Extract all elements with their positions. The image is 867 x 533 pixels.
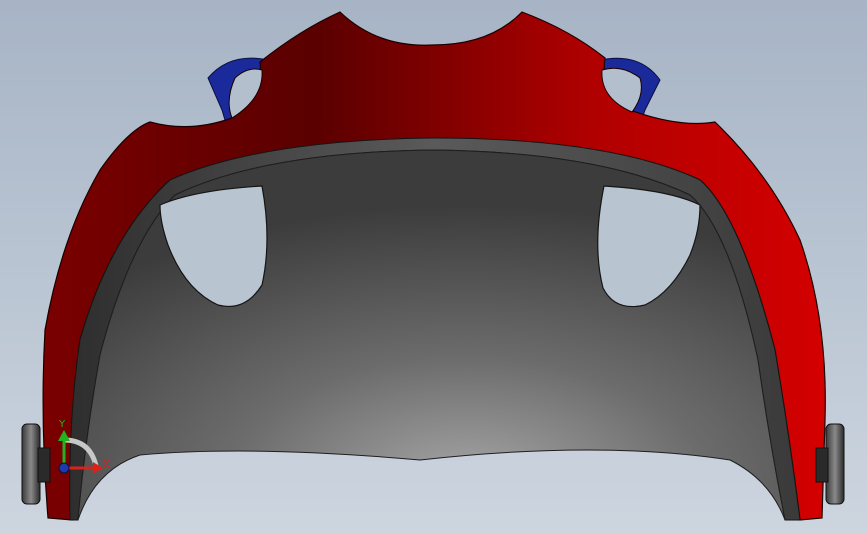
triad-y-label: Y — [58, 419, 66, 430]
strap-buckle-left[interactable] — [21, 423, 41, 505]
strap-buckle-right[interactable] — [825, 423, 845, 505]
strap-anchor-left — [37, 447, 51, 483]
cad-viewport[interactable]: Y X — [0, 0, 867, 533]
triad-z-axis-origin — [58, 462, 70, 474]
helmet-model-scene[interactable]: Y X — [0, 0, 867, 533]
strap-anchor-right — [815, 447, 829, 483]
triad-x-label: X — [103, 459, 110, 470]
